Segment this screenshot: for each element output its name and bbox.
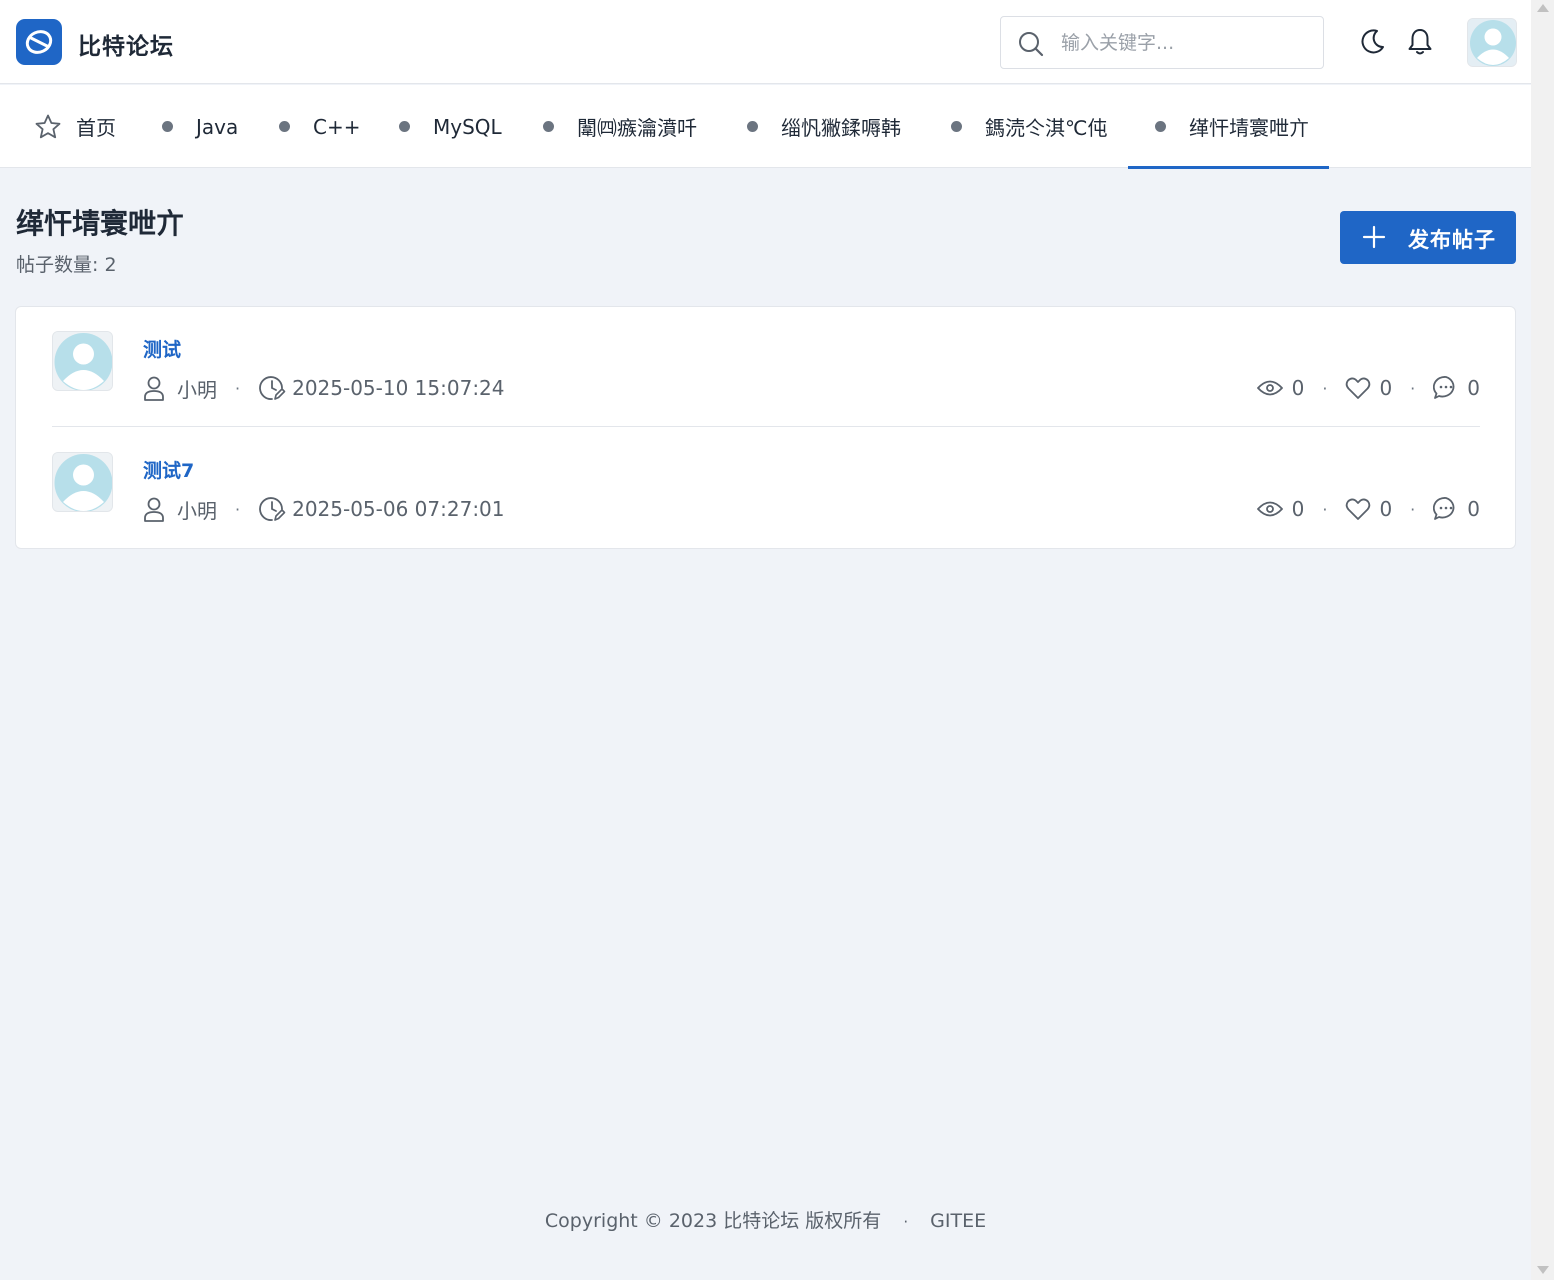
top-header: 比特论坛 [0, 0, 1531, 84]
heart-icon[interactable] [1345, 497, 1371, 521]
comment-count: 0 [1467, 376, 1480, 400]
user-icon [143, 375, 165, 401]
dot-icon [543, 121, 554, 132]
heart-icon[interactable] [1345, 376, 1371, 400]
dot-icon [162, 121, 173, 132]
like-count: 0 [1379, 497, 1393, 521]
publish-post-label: 发布帖子 [1408, 228, 1496, 252]
page-title: 缂忓埥寰呭亣 [16, 207, 185, 240]
author-avatar[interactable] [52, 452, 113, 512]
user-avatar[interactable] [1467, 18, 1517, 67]
nav-item-category-6[interactable]: 缁忛獙鍒嗕韩 [747, 85, 901, 168]
nav-item-java[interactable]: Java [162, 85, 238, 168]
comment-count: 0 [1467, 497, 1480, 521]
brand-name[interactable]: 比特论坛 [78, 27, 174, 61]
view-count: 0 [1291, 497, 1305, 521]
search-input[interactable] [1061, 29, 1311, 57]
post-time: 2025-05-06 07:27:01 [292, 497, 505, 521]
post-stats: 0 · 0 · 0 [1256, 373, 1480, 403]
copyright-text: Copyright © 2023 比特论坛 版权所有 [544, 1210, 882, 1232]
separator-dot: · [1410, 378, 1416, 398]
separator-dot: · [235, 499, 241, 519]
nav-item-label: C++ [313, 114, 361, 139]
dot-icon [279, 121, 290, 132]
dot-icon [1155, 121, 1166, 132]
post-title[interactable]: 测试 [143, 335, 181, 362]
plus-icon [1362, 225, 1386, 254]
comment-icon[interactable] [1433, 375, 1459, 401]
nav-item-label: MySQL [433, 114, 502, 139]
separator-dot: · [1410, 499, 1416, 519]
separator-dot: · [1322, 499, 1328, 519]
nav-item-label: 缂忓埥寰呭亣 [1189, 116, 1309, 140]
nav-item-cpp[interactable]: C++ [279, 85, 360, 168]
post-meta: 小明 · 2025-05-10 15:07:24 [143, 373, 505, 403]
post-stats: 0 · 0 · 0 [1256, 494, 1480, 524]
category-nav: 首页 Java C++ MySQL 闈㈣瘯瀹濆吀 缁忛獙鍒嗕韩 鎷涜仒淇℃伅 缂… [0, 85, 1531, 169]
nav-item-label: Java [196, 114, 239, 139]
search-box[interactable] [1000, 16, 1324, 69]
clock-icon [258, 495, 286, 523]
dot-icon [747, 121, 758, 132]
scroll-down-icon[interactable] [1537, 1266, 1549, 1274]
post-count: 帖子数量: 2 [16, 254, 117, 276]
nav-item-category-5[interactable]: 闈㈣瘯瀹濆吀 [543, 85, 697, 168]
post-author[interactable]: 小明 [177, 495, 217, 524]
post-meta: 小明 · 2025-05-06 07:27:01 [143, 494, 505, 524]
scroll-up-icon[interactable] [1537, 4, 1549, 12]
nav-item-label: 首页 [76, 116, 116, 140]
nav-item-label: 闈㈣瘯瀹濆吀 [577, 116, 697, 140]
nav-item-home[interactable]: 首页 [34, 85, 116, 168]
post-item[interactable]: 测试7 小明 · 2025-05-06 07:27:01 0 · 0 · 0 [52, 428, 1480, 548]
gitee-link[interactable]: GITEE [930, 1210, 986, 1232]
dot-icon [399, 121, 410, 132]
separator-dot: · [1322, 378, 1328, 398]
view-count: 0 [1291, 376, 1305, 400]
eye-icon [1256, 377, 1284, 399]
vertical-scrollbar[interactable] [1531, 0, 1554, 1280]
moon-icon[interactable] [1357, 27, 1387, 61]
separator-dot: · [903, 1213, 909, 1231]
nav-item-category-8[interactable]: 缂忓埥寰呭亣 [1128, 85, 1329, 169]
nav-item-category-7[interactable]: 鎷涜仒淇℃伅 [951, 85, 1107, 168]
eye-icon [1256, 498, 1284, 520]
author-avatar[interactable] [52, 331, 113, 391]
star-icon [34, 113, 62, 141]
post-title[interactable]: 测试7 [143, 456, 194, 483]
separator-dot: · [235, 378, 241, 398]
post-list: 测试 小明 · 2025-05-10 15:07:24 0 · 0 · 0 测试… [15, 306, 1516, 549]
page: 比特论坛 输入关键字... 首页 Java C++ MySQL 闈㈣瘯瀹濆吀 缁… [0, 0, 1531, 1280]
search-icon[interactable] [1017, 30, 1045, 62]
user-icon [143, 496, 165, 522]
bell-icon[interactable] [1406, 27, 1434, 61]
like-count: 0 [1379, 376, 1393, 400]
dot-icon [951, 121, 962, 132]
comment-icon[interactable] [1433, 496, 1459, 522]
logo-icon[interactable] [16, 19, 62, 65]
nav-item-label: 鎷涜仒淇℃伅 [985, 116, 1108, 140]
clock-icon [258, 374, 286, 402]
nav-item-label: 缁忛獙鍒嗕韩 [781, 116, 901, 140]
nav-item-mysql[interactable]: MySQL [399, 85, 502, 168]
footer: Copyright © 2023 比特论坛 版权所有 · GITEE [0, 1206, 1531, 1233]
post-author[interactable]: 小明 [177, 374, 217, 403]
publish-post-button[interactable]: 发布帖子 [1340, 211, 1516, 264]
post-item[interactable]: 测试 小明 · 2025-05-10 15:07:24 0 · 0 · 0 [52, 307, 1480, 427]
post-time: 2025-05-10 15:07:24 [292, 376, 505, 400]
